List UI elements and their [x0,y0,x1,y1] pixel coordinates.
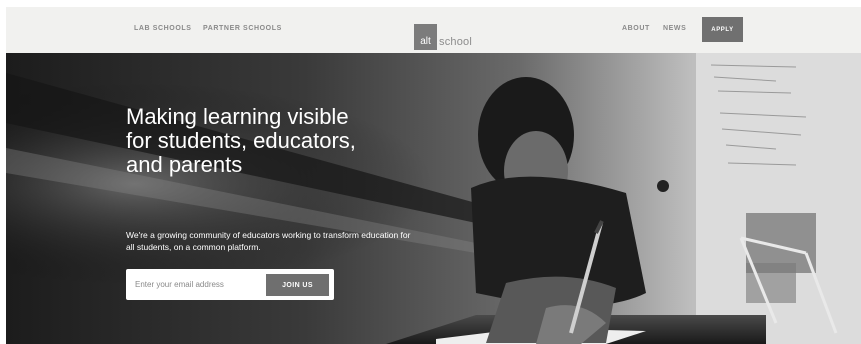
page: LAB SCHOOLS PARTNER SCHOOLS alt school A… [0,0,861,344]
logo-text: school [439,36,472,48]
hero-title: Making learning visible for students, ed… [126,104,356,177]
altschool-logo[interactable]: alt school [414,24,472,50]
hero-photo [6,53,861,344]
join-us-button[interactable]: JOIN US [266,274,329,296]
nav-partner-schools-link[interactable]: PARTNER SCHOOLS [203,25,282,32]
logo-box: alt [414,24,437,50]
nav-about-link[interactable]: ABOUT [622,25,650,32]
apply-button[interactable]: APPLY [702,17,743,42]
site-header: LAB SCHOOLS PARTNER SCHOOLS alt school A… [6,7,861,53]
email-input[interactable] [135,277,260,292]
email-signup-form: JOIN US [126,269,334,300]
nav-news-link[interactable]: NEWS [663,25,686,32]
nav-lab-schools-link[interactable]: LAB SCHOOLS [134,25,192,32]
hero-subtitle: We're a growing community of educators w… [126,230,411,252]
hero-section: Making learning visible for students, ed… [6,53,861,344]
